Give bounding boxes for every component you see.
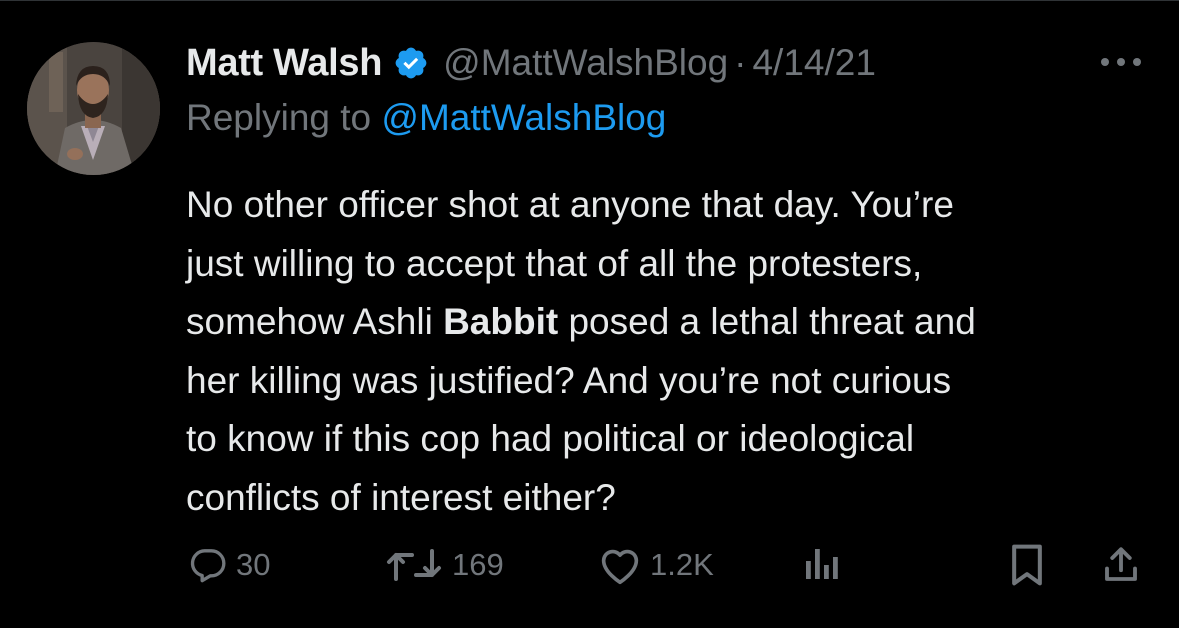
share-icon (1100, 544, 1142, 586)
tweet-text-bold: Babbit (443, 301, 559, 342)
avatar-image (27, 42, 160, 175)
reply-button[interactable]: 30 (188, 537, 270, 593)
author-name[interactable]: Matt Walsh (186, 42, 382, 85)
more-options-icon[interactable] (1098, 54, 1144, 70)
verified-badge-icon (393, 45, 429, 81)
tweet-text-line: conflicts of interest either? (186, 476, 616, 518)
tweet-text-line: to know if this cop had political or ide… (186, 418, 915, 459)
tweet-text-line: her killing was justified? And you’re no… (186, 359, 952, 401)
reply-count: 30 (236, 547, 271, 582)
like-button[interactable]: 1.2K (598, 537, 714, 593)
author-handle[interactable]: @MattWalshBlog (443, 42, 728, 84)
retweet-icon (384, 545, 444, 585)
tweet-text-line: just willing to accept that of all the p… (186, 242, 923, 284)
tweet-date[interactable]: 4/14/21 (752, 42, 875, 84)
replying-to: Replying to @MattWalshBlog (186, 97, 666, 139)
like-count: 1.2K (650, 547, 714, 582)
heart-icon (598, 545, 642, 585)
retweet-button[interactable]: 169 (384, 537, 504, 593)
top-divider (0, 0, 1179, 1)
share-button[interactable] (1100, 537, 1142, 593)
views-icon (802, 545, 842, 585)
reply-mention-link[interactable]: @MattWalshBlog (381, 97, 666, 138)
bookmark-button[interactable] (1008, 537, 1046, 593)
tweet-text-line: somehow Ashli Babbit posed a lethal thre… (186, 293, 1171, 352)
action-bar: 30 169 1.2K (0, 537, 1179, 593)
avatar[interactable] (27, 42, 160, 175)
tweet-header: Matt Walsh @MattWalshBlog · 4/14/21 (186, 38, 876, 88)
tweet-text-segment: posed a lethal threat and (558, 301, 976, 342)
replying-to-label: Replying to (186, 97, 382, 138)
retweet-count: 169 (452, 547, 504, 582)
tweet-text-line: No other officer shot at anyone that day… (186, 184, 954, 225)
tweet-text-segment: somehow Ashli (186, 301, 444, 342)
header-separator: · (734, 42, 747, 83)
views-button[interactable] (802, 537, 842, 593)
bookmark-icon (1008, 543, 1046, 587)
reply-icon (188, 545, 228, 585)
tweet-text: No other officer shot at anyone that day… (186, 176, 1171, 527)
